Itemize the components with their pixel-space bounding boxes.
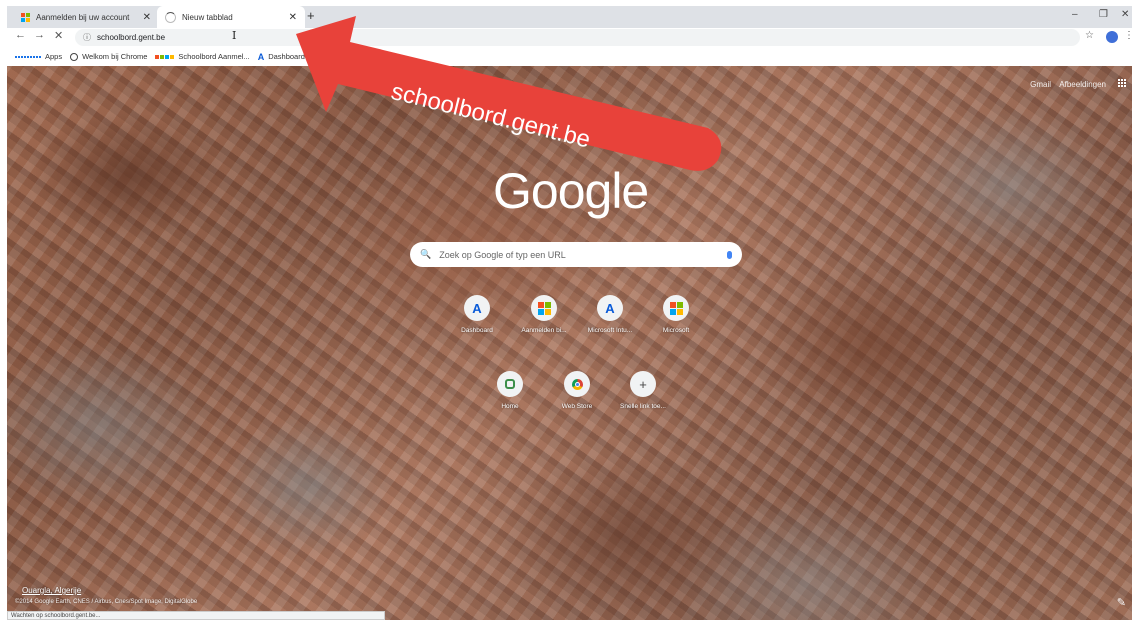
shortcut-label: Aanmelden bi... (521, 327, 567, 334)
chrome-web-store-icon (571, 378, 583, 390)
shortcut-dashboard[interactable]: A Dashboard (447, 295, 507, 334)
search-input[interactable] (437, 248, 727, 261)
shortcut-icon-bg (497, 371, 523, 397)
tab-sign-in[interactable]: Aanmelden bij uw account ✕ (13, 6, 159, 28)
bookmark-star-icon[interactable]: ☆ (1085, 30, 1094, 41)
close-tab-icon[interactable]: ✕ (143, 12, 151, 23)
shortcut-label: Home (501, 403, 519, 410)
site-info-icon[interactable]: ⓘ (83, 32, 91, 43)
home-icon (505, 379, 515, 389)
azure-icon: A (257, 51, 265, 62)
google-apps-icon[interactable] (1118, 79, 1126, 87)
shortcut-label: Dashboard (461, 327, 493, 334)
bookmark-label: Welkom bij Chrome (82, 52, 148, 61)
customize-pencil-icon[interactable]: ✎ (1117, 596, 1126, 609)
bookmark-label: Apps (45, 52, 63, 61)
shortcut-microsoft-intune[interactable]: A Microsoft Intu... (580, 295, 640, 334)
microsoft-icon (537, 301, 551, 315)
apps-grid-icon (15, 55, 41, 58)
tab-title: Aanmelden bij uw account (36, 12, 130, 22)
tab-new-tab[interactable]: Nieuw tabblad ✕ (157, 6, 305, 28)
bookmark-label: Schoolbord Aanmel... (178, 52, 250, 61)
menu-icon[interactable]: ⋮ (1124, 30, 1132, 41)
shortcut-microsoft[interactable]: Microsoft (646, 295, 706, 334)
bookmark-welcome-chrome[interactable]: Welkom bij Chrome (70, 52, 147, 61)
shortcut-icon-bg (663, 295, 689, 321)
status-bubble: Wachten op schoolbord.gent.be... (7, 611, 385, 620)
maximize-icon[interactable]: ❐ (1099, 9, 1108, 20)
microphone-icon[interactable] (727, 250, 732, 259)
address-bar[interactable]: ⓘ schoolbord.gent.be (75, 29, 1080, 46)
microsoft-icon (669, 301, 683, 315)
shortcut-icon-bg (564, 371, 590, 397)
stop-loading-icon[interactable]: ✕ (54, 29, 63, 42)
shortcut-icon-bg: A (597, 295, 623, 321)
shortcut-home[interactable]: Home (480, 371, 540, 410)
search-box[interactable]: 🔍 (410, 242, 742, 267)
shortcut-web-store[interactable]: Web Store (547, 371, 607, 410)
close-window-icon[interactable]: ✕ (1121, 9, 1129, 20)
gmail-link[interactable]: Gmail (1030, 80, 1051, 89)
shortcut-add[interactable]: + Snelle link toe... (613, 371, 673, 410)
plus-icon: + (639, 376, 647, 392)
url-text[interactable]: schoolbord.gent.be (97, 33, 165, 42)
bookmark-apps[interactable]: Apps (15, 52, 62, 61)
shortcut-icon-bg (531, 295, 557, 321)
shortcut-label: Microsoft Intu... (587, 327, 633, 334)
minimize-icon[interactable]: – (1072, 9, 1078, 20)
azure-icon: A (605, 300, 615, 316)
top-links: Gmail Afbeeldingen (1024, 80, 1106, 89)
tab-title: Nieuw tabblad (182, 12, 233, 22)
search-icon: 🔍 (420, 249, 432, 259)
azure-icon: A (472, 300, 482, 316)
shortcut-aanmelden[interactable]: Aanmelden bi... (514, 295, 574, 334)
shortcut-label: Snelle link toe... (620, 403, 666, 410)
background-location-link[interactable]: Ouargla, Algerije (22, 586, 81, 595)
bookmarks-bar: Apps Welkom bij Chrome Schoolbord Aanmel… (7, 47, 1132, 66)
back-icon[interactable]: ← (15, 29, 26, 41)
microsoft-icon (155, 54, 175, 59)
new-tab-button[interactable]: + (307, 8, 315, 23)
shortcut-icon-bg: + (630, 371, 656, 397)
microsoft-icon (21, 12, 30, 22)
text-cursor-icon: I (232, 29, 237, 42)
close-tab-icon[interactable]: ✕ (289, 12, 297, 23)
profile-avatar[interactable] (1106, 31, 1118, 43)
bookmark-label: Dashboard - Intun (268, 52, 329, 61)
shortcut-label: Web Store (561, 403, 593, 410)
google-logo: Google (493, 163, 649, 219)
shortcut-label: Microsoft (662, 327, 690, 334)
background-credit: ©2014 Google Earth, CNES / Airbus, Cnes/… (15, 599, 198, 605)
loading-spinner-icon (165, 11, 176, 23)
forward-icon[interactable]: → (34, 29, 45, 41)
images-link[interactable]: Afbeeldingen (1059, 80, 1106, 89)
bookmark-dashboard[interactable]: A Dashboard - Intun (258, 52, 329, 62)
shortcut-icon-bg: A (464, 295, 490, 321)
toolbar: ← → ✕ ⓘ schoolbord.gent.be I ☆ ⋮ (7, 28, 1132, 47)
bookmark-schoolbord[interactable]: Schoolbord Aanmel... (155, 52, 250, 61)
globe-icon (70, 52, 79, 61)
tab-strip: Aanmelden bij uw account ✕ Nieuw tabblad… (7, 6, 1132, 28)
